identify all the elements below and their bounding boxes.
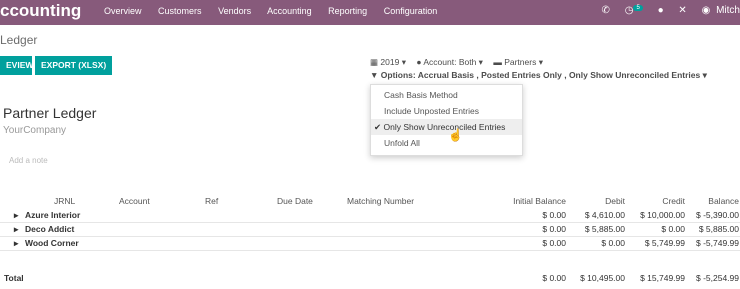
option-unreconciled[interactable]: ✔ Only Show Unreconciled Entries bbox=[371, 119, 522, 135]
col-credit: Credit bbox=[662, 196, 685, 206]
options-filter[interactable]: ▼ Options: Accrual Basis , Posted Entrie… bbox=[370, 70, 707, 81]
breadcrumb: Ledger bbox=[0, 33, 38, 47]
preview-button[interactable]: EVIEW bbox=[0, 56, 33, 75]
account-filter[interactable]: ● Account: Both ▾ bbox=[416, 57, 483, 67]
table-row[interactable]: ▸ Wood Corner $ 0.00 $ 0.00 $ 5,749.99 $… bbox=[0, 236, 740, 251]
option-cash-basis[interactable]: Cash Basis Method bbox=[371, 87, 522, 103]
balance: $ -5,390.00 bbox=[695, 210, 739, 220]
table-row[interactable]: ▸ Azure Interior $ 0.00 $ 4,610.00 $ 10,… bbox=[0, 208, 740, 223]
app-title[interactable]: ccounting bbox=[0, 1, 81, 21]
hand-cursor-icon: ☝ bbox=[448, 128, 463, 142]
initial-balance: $ 0.00 bbox=[542, 224, 566, 234]
filter-icon: ▼ bbox=[370, 70, 379, 80]
partner-name: Azure Interior bbox=[25, 210, 81, 220]
main-menu: Overview Customers Vendors Accounting Re… bbox=[104, 6, 451, 16]
debit: $ 0.00 bbox=[601, 238, 625, 248]
col-balance: Balance bbox=[708, 196, 739, 206]
initial-balance: $ 0.00 bbox=[542, 210, 566, 220]
avatar[interactable]: ◉ bbox=[702, 5, 711, 16]
menu-reporting[interactable]: Reporting bbox=[328, 6, 367, 16]
initial-balance: $ 0.00 bbox=[542, 238, 566, 248]
menu-overview[interactable]: Overview bbox=[104, 6, 142, 16]
total-balance: $ -5,254.99 bbox=[695, 273, 739, 283]
menu-configuration[interactable]: Configuration bbox=[384, 6, 438, 16]
partners-filter[interactable]: ▬ Partners ▾ bbox=[493, 57, 543, 67]
total-label: Total bbox=[4, 273, 24, 283]
caret-right-icon[interactable]: ▸ bbox=[14, 224, 18, 235]
debit: $ 5,885.00 bbox=[584, 224, 625, 234]
total-initial-balance: $ 0.00 bbox=[542, 273, 566, 283]
partner-name: Deco Addict bbox=[25, 224, 75, 234]
caret-right-icon[interactable]: ▸ bbox=[14, 238, 18, 249]
company-name: YourCompany bbox=[3, 125, 67, 136]
table-row[interactable]: ▸ Deco Addict $ 0.00 $ 5,885.00 $ 0.00 $… bbox=[0, 222, 740, 237]
user-name[interactable]: Mitch bbox=[716, 5, 740, 16]
balance: $ -5,749.99 bbox=[695, 238, 739, 248]
systray: ✆ ◷ 5 ● ✕ ◉ Mitch bbox=[590, 5, 740, 16]
filter-bar: ▦ 2019 ▾ ● Account: Both ▾ ▬ Partners ▾ bbox=[370, 57, 551, 68]
options-dropdown: Cash Basis Method Include Unposted Entri… bbox=[370, 84, 523, 156]
add-note-field[interactable]: Add a note bbox=[9, 156, 48, 165]
calendar-icon: ▦ bbox=[370, 57, 379, 67]
menu-customers[interactable]: Customers bbox=[158, 6, 202, 16]
year-filter[interactable]: ▦ 2019 ▾ bbox=[370, 57, 406, 67]
option-unfold-all[interactable]: Unfold All bbox=[371, 135, 522, 151]
user-icon: ● bbox=[416, 57, 422, 67]
total-debit: $ 10,495.00 bbox=[580, 273, 625, 283]
activity-badge: 5 bbox=[633, 5, 643, 11]
credit: $ 5,749.99 bbox=[644, 238, 685, 248]
credit: $ 0.00 bbox=[661, 224, 685, 234]
col-ref: Ref bbox=[205, 196, 219, 206]
check-icon: ✔ bbox=[374, 122, 382, 132]
report-title: Partner Ledger bbox=[3, 105, 97, 121]
menu-vendors[interactable]: Vendors bbox=[218, 6, 251, 16]
option-include-unposted[interactable]: Include Unposted Entries bbox=[371, 103, 522, 119]
top-navbar: ccounting Overview Customers Vendors Acc… bbox=[0, 0, 740, 25]
col-jrnl: JRNL bbox=[54, 196, 76, 206]
export-xlsx-button[interactable]: EXPORT (XLSX) bbox=[35, 56, 113, 75]
partner-name: Wood Corner bbox=[25, 238, 79, 248]
caret-right-icon[interactable]: ▸ bbox=[14, 210, 18, 221]
col-debit: Debit bbox=[605, 196, 625, 206]
folder-icon: ▬ bbox=[493, 57, 502, 67]
menu-accounting[interactable]: Accounting bbox=[267, 6, 312, 16]
col-initial-balance: Initial Balance bbox=[513, 196, 566, 206]
balance: $ 5,885.00 bbox=[698, 224, 739, 234]
col-due-date: Due Date bbox=[277, 196, 313, 206]
total-credit: $ 15,749.99 bbox=[640, 273, 685, 283]
credit: $ 10,000.00 bbox=[640, 210, 685, 220]
col-matching-number: Matching Number bbox=[347, 196, 415, 206]
phone-icon[interactable]: ✆ bbox=[602, 5, 610, 16]
chat-icon[interactable]: ● bbox=[658, 5, 664, 16]
close-icon[interactable]: ✕ bbox=[678, 5, 686, 16]
debit: $ 4,610.00 bbox=[584, 210, 625, 220]
col-account: Account bbox=[119, 196, 150, 206]
